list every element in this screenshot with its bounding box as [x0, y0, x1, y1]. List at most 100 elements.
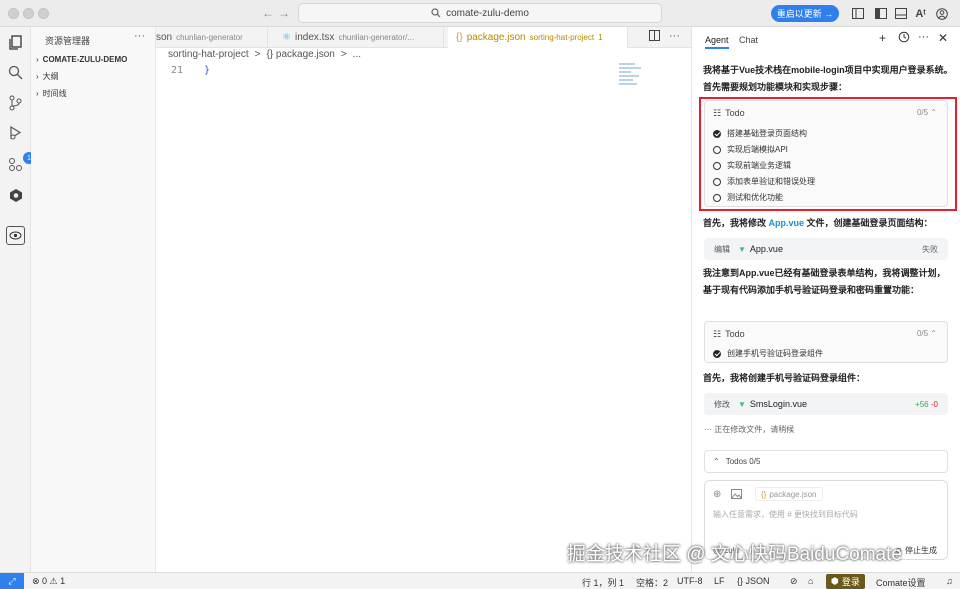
run-debug-icon[interactable]: [6, 123, 25, 142]
problems-indicator[interactable]: ⊗ 0 ⚠ 1: [32, 576, 65, 587]
tab-chat[interactable]: Chat: [739, 35, 758, 45]
comate-settings[interactable]: Comate设置: [876, 576, 926, 589]
tab-json-chunlian[interactable]: son chunlian-generator: [148, 27, 268, 48]
breadcrumb-symbol[interactable]: ...: [353, 49, 361, 60]
add-context-icon[interactable]: ⊕: [713, 489, 721, 500]
account-icon[interactable]: [935, 7, 948, 20]
source-control-icon[interactable]: [6, 93, 25, 112]
json-file-icon: {}: [761, 489, 767, 499]
minimap[interactable]: [619, 63, 643, 93]
react-file-icon: ⚛: [282, 32, 291, 43]
back-arrow-icon[interactable]: ←: [262, 6, 274, 20]
copilot-icon[interactable]: ⊘: [790, 576, 798, 587]
agent-message-intro: 我将基于Vue技术栈在mobile-login项目中实现用户登录系统。首先需要规…: [703, 65, 953, 92]
tab-index-tsx[interactable]: ⚛ index.tsx chunlian-generator/...: [274, 27, 444, 48]
explorer-section-workspace[interactable]: › COMATE-ZULU-DEMO: [36, 55, 127, 64]
explorer-section-outline[interactable]: › 大纲: [36, 71, 59, 82]
bell-icon[interactable]: ♫: [946, 576, 953, 586]
tab-path: chunlian-generator/...: [338, 33, 415, 42]
preview-icon[interactable]: [6, 226, 25, 245]
explorer-title: 资源管理器: [45, 36, 91, 46]
title-bar: ← → comate-zulu-demo 重启以更新 → Aᵗ: [0, 0, 960, 27]
more-options-icon[interactable]: ···: [918, 31, 929, 43]
layout-icon[interactable]: [874, 7, 887, 20]
notifications-icon[interactable]: ⌂: [808, 576, 813, 586]
todo-title: Todo: [725, 329, 745, 339]
line-ending[interactable]: LF: [714, 576, 725, 586]
todos-summary-bar[interactable]: ⌃ Todos 0/5: [704, 450, 948, 473]
new-chat-icon[interactable]: +: [879, 31, 886, 45]
change-tag: 修改: [714, 399, 730, 409]
todo-progress: 0/5 ⌃: [916, 329, 937, 338]
forward-arrow-icon[interactable]: →: [278, 6, 290, 20]
image-icon[interactable]: [731, 489, 742, 502]
tab-problem-count: 1: [598, 33, 603, 42]
tab-agent[interactable]: Agent: [705, 35, 729, 49]
more-actions-icon[interactable]: ···: [669, 30, 680, 42]
chevron-up-icon: ⌃: [713, 457, 720, 466]
tab-path: chunlian-generator: [176, 33, 243, 42]
breadcrumb-file[interactable]: {} package.json: [266, 49, 334, 60]
change-tag: 编辑: [714, 244, 730, 254]
cursor-position[interactable]: 行 1，列 1: [582, 576, 624, 589]
change-status: 失败: [922, 244, 938, 254]
stop-label: 停止生成: [905, 546, 937, 555]
maximize-window-button[interactable]: [38, 8, 49, 19]
tab-name: son: [156, 32, 173, 43]
activity-bar: 1: [0, 27, 35, 572]
login-button[interactable]: ⬢ 登录: [826, 574, 865, 589]
history-icon[interactable]: [898, 31, 910, 46]
minimize-window-button[interactable]: [23, 8, 34, 19]
editor-area: son chunlian-generator ⚛ index.tsx chunl…: [156, 27, 691, 572]
diff-stats: +56 -0: [915, 400, 938, 409]
todo-item-label: 创建手机号验证码登录组件: [727, 349, 823, 358]
breadcrumb: sorting-hat-project > {} package.json > …: [168, 49, 361, 60]
indentation[interactable]: 空格：2: [636, 576, 668, 589]
login-label: 登录: [841, 577, 860, 587]
tab-path: sorting-hat-project: [529, 33, 595, 42]
close-window-button[interactable]: [8, 8, 19, 19]
command-center-search[interactable]: comate-zulu-demo: [298, 3, 662, 23]
split-editor-icon[interactable]: [649, 30, 660, 44]
status-bar: ⤢ ⊗ 0 ⚠ 1 行 1，列 1 空格：2 UTF-8 LF {} JSON …: [0, 572, 960, 589]
panel-icon[interactable]: [894, 7, 907, 20]
file-link[interactable]: App.vue: [769, 218, 805, 228]
close-icon[interactable]: ✕: [938, 31, 948, 45]
code-line[interactable]: }: [204, 65, 210, 76]
language-mode[interactable]: {} JSON: [737, 576, 770, 586]
progress-status: ··· 正在修改文件，请稍候: [704, 425, 795, 434]
todo-item: 创建手机号验证码登录组件: [713, 348, 823, 359]
tab-package-json[interactable]: {} package.json sorting-hat-project 1: [448, 27, 628, 48]
extensions-icon[interactable]: 1: [6, 152, 35, 174]
chevron-right-icon: ›: [36, 55, 39, 64]
explorer-more-button[interactable]: ···: [134, 30, 145, 42]
todo-card-header[interactable]: ☷ Todo: [713, 329, 745, 340]
files-icon[interactable]: [6, 33, 25, 52]
font-icon[interactable]: Aᵗ: [914, 7, 927, 20]
remote-indicator[interactable]: ⤢: [0, 573, 24, 589]
file-name: App.vue: [749, 244, 783, 254]
explorer-section-timeline[interactable]: › 时间线: [36, 88, 67, 99]
comate-icon[interactable]: [6, 186, 25, 205]
file-change-card-app-vue[interactable]: 编辑 ▼ App.vue 失败: [704, 238, 948, 260]
chat-input-placeholder[interactable]: 输入任意需求，使用 # 更快找到目标代码: [713, 509, 858, 520]
breadcrumb-separator: >: [340, 49, 347, 60]
breadcrumb-separator: >: [254, 49, 261, 60]
list-icon: ☷: [713, 329, 722, 339]
context-chip[interactable]: {} package.json: [755, 487, 823, 501]
chevron-right-icon: ›: [36, 72, 39, 81]
editor-tabs: son chunlian-generator ⚛ index.tsx chunl…: [156, 27, 691, 48]
agent-message-plan-adjust: 我注意到App.vue已经有基础登录表单结构，我将调整计划，基于现有代码添加手机…: [703, 268, 946, 295]
file-name: SmsLogin.vue: [749, 399, 807, 409]
split-panel-icon[interactable]: [851, 7, 864, 20]
file-change-card-sms-login[interactable]: 修改 ▼ SmsLogin.vue +56 -0: [704, 393, 948, 415]
comate-icon: ⬢: [831, 576, 839, 586]
context-chip-label: package.json: [769, 489, 817, 499]
breadcrumb-folder[interactable]: sorting-hat-project: [168, 49, 249, 60]
restart-update-button[interactable]: 重启以更新 →: [771, 5, 839, 22]
search-icon: [431, 8, 441, 18]
chevron-right-icon: ›: [36, 89, 39, 98]
highlight-annotation-box: [699, 97, 957, 211]
encoding[interactable]: UTF-8: [677, 576, 703, 586]
search-icon[interactable]: [6, 63, 25, 82]
